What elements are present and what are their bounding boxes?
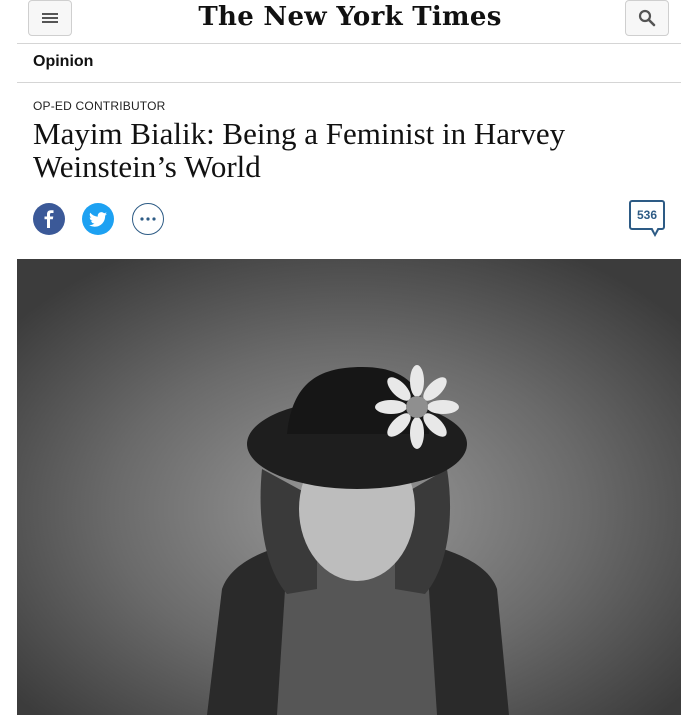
section-label[interactable]: Opinion	[33, 53, 93, 71]
facebook-icon	[44, 210, 54, 228]
comments-button[interactable]: 536	[629, 200, 665, 230]
more-share-options-button[interactable]	[132, 203, 164, 235]
nyt-logo[interactable]: The New York Times	[0, 2, 700, 32]
comment-count: 536	[636, 208, 658, 222]
search-button[interactable]	[625, 0, 669, 36]
twitter-share-button[interactable]	[82, 203, 114, 235]
search-icon	[638, 9, 656, 27]
header-divider	[17, 43, 681, 44]
article-lead-photo	[17, 259, 681, 715]
more-options-icon	[140, 217, 156, 221]
twitter-icon	[89, 211, 107, 227]
article-kicker: OP-ED CONTRIBUTOR	[33, 99, 166, 113]
section-divider	[17, 82, 681, 83]
facebook-share-button[interactable]	[33, 203, 65, 235]
comment-bubble-tail-inner	[652, 227, 658, 233]
portrait-photo	[17, 259, 681, 715]
article-headline: Mayim Bialik: Being a Feminist in Harvey…	[33, 116, 566, 184]
